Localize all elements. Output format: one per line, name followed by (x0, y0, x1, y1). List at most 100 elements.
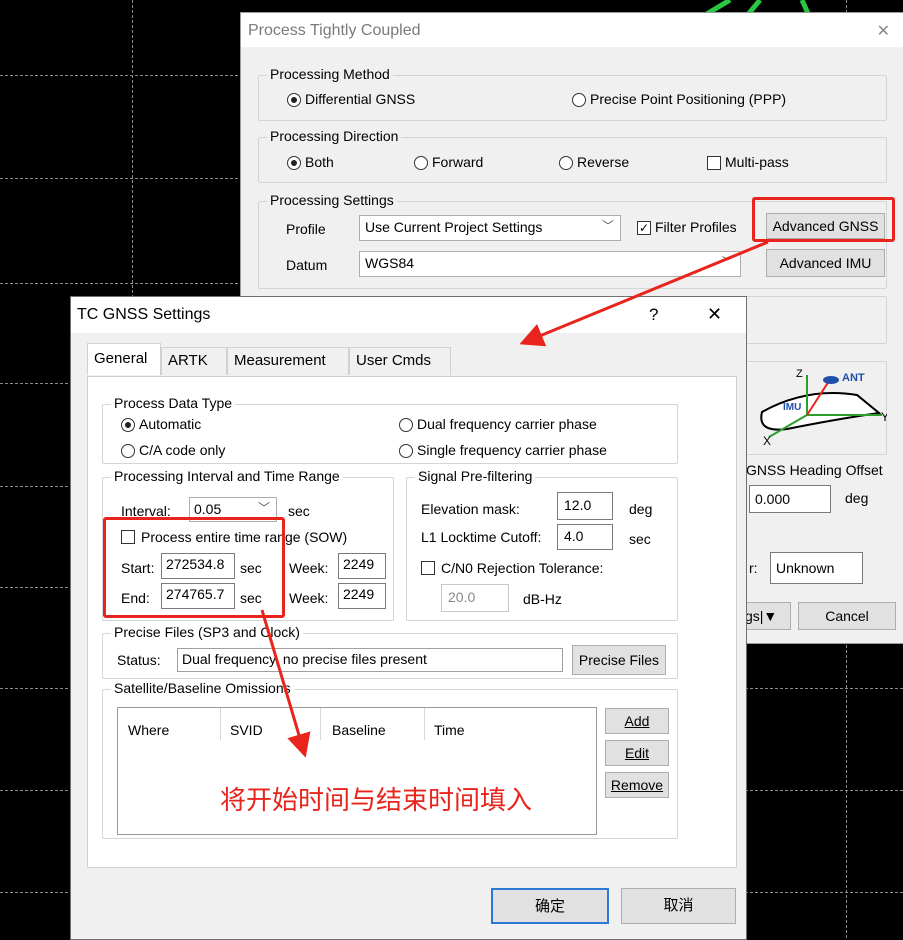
cancel-button[interactable]: Cancel (798, 602, 896, 630)
cn0-rejection-checkbox[interactable] (421, 561, 435, 575)
chevron-down-icon: ﹀ (257, 501, 270, 515)
both-label: Both (305, 154, 334, 170)
datum-label: Datum (286, 257, 328, 273)
locktime-cutoff-unit: sec (629, 531, 651, 547)
ant-label: ANT (842, 372, 865, 384)
single-frequency-label: Single frequency carrier phase (417, 442, 607, 458)
radio-both[interactable] (287, 156, 301, 170)
tab-general[interactable]: General (87, 343, 161, 375)
add-button[interactable]: Add (605, 708, 669, 734)
start-week-input[interactable]: 2249 (338, 553, 386, 579)
tab-measurement[interactable]: Measurement (227, 347, 349, 375)
radio-single-frequency[interactable] (399, 444, 413, 458)
precise-files-group: Precise Files (SP3 and Clock) Status: Du… (102, 624, 678, 679)
column-header-baseline[interactable]: Baseline (332, 722, 386, 738)
help-icon[interactable]: ? (649, 305, 658, 325)
interval-value: 0.05 (194, 501, 222, 517)
start-week-label: Week: (289, 560, 329, 576)
process-window-title: Process Tightly Coupled (248, 22, 421, 39)
process-data-type-group: Process Data Type Automatic C/A code onl… (102, 395, 678, 464)
precise-status-field: Dual frequency, no precise files present (177, 648, 563, 672)
ca-code-only-label: C/A code only (139, 442, 226, 458)
cn0-tolerance-input[interactable]: 20.0 (441, 584, 509, 612)
profile-label: Profile (286, 221, 326, 237)
column-header-svid[interactable]: SVID (230, 722, 263, 738)
column-header-where[interactable]: Where (128, 722, 169, 738)
advanced-imu-button[interactable]: Advanced IMU (766, 249, 885, 277)
elevation-mask-label: Elevation mask: (421, 501, 520, 517)
close-icon[interactable]: ✕ (877, 21, 890, 41)
cn0-rejection-label: C/N0 Rejection Tolerance: (441, 560, 604, 576)
chevron-down-icon: ﹀ (601, 219, 614, 233)
status-label: Status: (117, 652, 161, 668)
cancel-button[interactable]: 取消 (621, 888, 736, 924)
processing-method-label: Processing Method (267, 66, 393, 82)
antenna-imu-diagram: Z ANT IMU Y X (760, 368, 887, 447)
differential-gnss-label: Differential GNSS (305, 91, 416, 107)
unknown-field[interactable]: Unknown (770, 552, 863, 584)
signal-prefiltering-label: Signal Pre-filtering (415, 468, 536, 484)
tc-gnss-dialog: TC GNSS Settings ? ✕ General ARTK Measur… (70, 296, 747, 940)
elevation-mask-unit: deg (629, 501, 653, 517)
end-week-input[interactable]: 2249 (338, 583, 386, 609)
interval-unit: sec (288, 503, 310, 519)
close-icon[interactable]: ✕ (707, 304, 722, 325)
locktime-cutoff-label: L1 Locktime Cutoff: (421, 529, 542, 545)
processing-settings-label: Processing Settings (267, 192, 397, 208)
process-data-type-label: Process Data Type (111, 395, 236, 411)
settings-menu-button[interactable]: gs|▼ (741, 602, 791, 630)
dual-frequency-label: Dual frequency carrier phase (417, 416, 597, 432)
radio-automatic[interactable] (121, 418, 135, 432)
imu-label: IMU (783, 402, 801, 413)
processing-direction-label: Processing Direction (267, 128, 402, 144)
omissions-label: Satellite/Baseline Omissions (111, 680, 294, 696)
filter-profiles-label: Filter Profiles (655, 219, 737, 235)
filter-profiles-checkbox[interactable]: ✓ (637, 221, 651, 235)
reverse-label: Reverse (577, 154, 630, 170)
advanced-gnss-highlight (752, 197, 895, 242)
ppp-label: Precise Point Positioning (PPP) (590, 91, 787, 107)
column-header-time[interactable]: Time (434, 722, 465, 738)
remove-button[interactable]: Remove (605, 772, 669, 798)
processing-direction-group: Processing Direction Both Forward Revers… (258, 128, 887, 183)
cn0-tolerance-unit: dB-Hz (523, 591, 562, 607)
process-titlebar: Process Tightly Coupled ✕ (241, 13, 903, 47)
radio-forward[interactable] (414, 156, 428, 170)
elevation-mask-input[interactable]: 12.0 (557, 492, 613, 520)
dropdown-arrow-icon: |▼ (759, 608, 778, 624)
settings-button-label: gs (745, 608, 760, 624)
profile-select[interactable]: Use Current Project Settings ﹀ (359, 215, 621, 241)
datum-value: WGS84 (365, 255, 415, 271)
time-range-highlight (103, 517, 285, 618)
processing-method-group: Processing Method Differential GNSS Prec… (258, 66, 887, 121)
locktime-cutoff-input[interactable]: 4.0 (557, 524, 613, 550)
forward-label: Forward (432, 154, 484, 170)
precise-files-label: Precise Files (SP3 and Clock) (111, 624, 303, 640)
profile-value: Use Current Project Settings (365, 219, 543, 235)
datum-select[interactable]: WGS84 ﹀ (359, 251, 741, 277)
y-axis-label: Y (881, 410, 887, 424)
ok-button[interactable]: 确定 (491, 888, 609, 924)
end-week-label: Week: (289, 590, 329, 606)
heading-offset-unit: deg (845, 490, 869, 506)
precise-files-button[interactable]: Precise Files (572, 645, 666, 675)
multipass-label: Multi-pass (725, 154, 789, 170)
radio-differential-gnss[interactable] (287, 93, 301, 107)
radio-ca-code-only[interactable] (121, 444, 135, 458)
r-label: r: (749, 560, 758, 576)
edit-button[interactable]: Edit (605, 740, 669, 766)
heading-offset-label: GNSS Heading Offset (746, 462, 883, 478)
tab-artk[interactable]: ARTK (161, 347, 227, 375)
chevron-down-icon: ﹀ (721, 255, 734, 269)
radio-reverse[interactable] (559, 156, 573, 170)
radio-dual-frequency[interactable] (399, 418, 413, 432)
z-axis-label: Z (796, 368, 803, 380)
automatic-label: Automatic (139, 416, 202, 432)
tab-strip: General ARTK Measurement User Cmds (87, 343, 467, 377)
heading-offset-input[interactable]: 0.000 (749, 485, 831, 513)
radio-ppp[interactable] (572, 93, 586, 107)
tc-dialog-title: TC GNSS Settings (77, 306, 211, 323)
tab-user-cmds[interactable]: User Cmds (349, 347, 451, 375)
x-axis-label: X (763, 434, 771, 447)
multipass-checkbox[interactable] (707, 156, 721, 170)
